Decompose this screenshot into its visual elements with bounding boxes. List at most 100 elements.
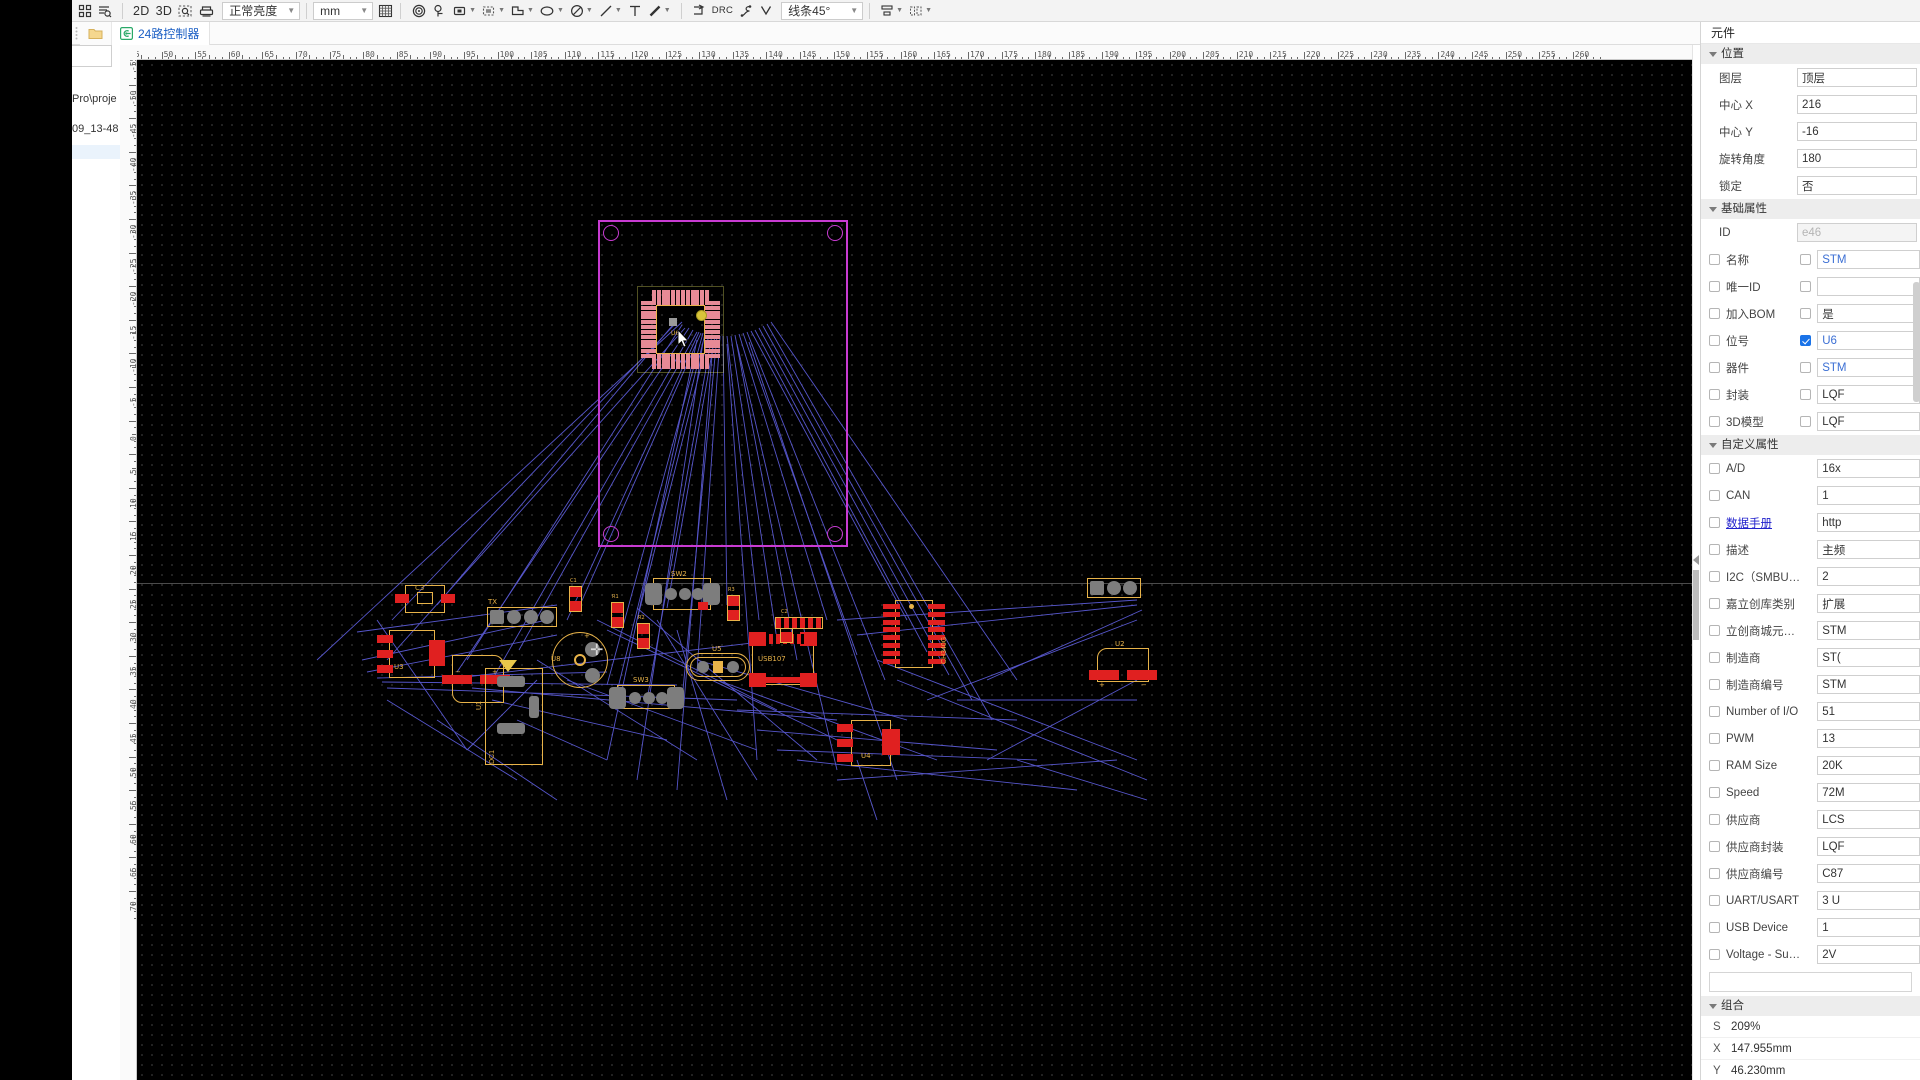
- pad[interactable]: [882, 729, 900, 755]
- add-attribute-field[interactable]: [1709, 972, 1912, 992]
- view-2d-button[interactable]: 2D: [130, 1, 153, 21]
- pad[interactable]: [377, 665, 393, 673]
- pad[interactable]: [781, 632, 792, 642]
- pad[interactable]: [928, 627, 945, 633]
- property-label-checkbox[interactable]: [1709, 362, 1720, 373]
- grid-settings-icon[interactable]: [375, 1, 396, 21]
- property-value-field[interactable]: http: [1817, 513, 1920, 532]
- property-label-checkbox[interactable]: [1709, 787, 1720, 798]
- property-value-field[interactable]: e46: [1797, 223, 1917, 242]
- pad[interactable]: [883, 619, 900, 625]
- pad[interactable]: [667, 687, 684, 709]
- distribute-icon[interactable]: ▼: [906, 1, 935, 21]
- pad-3[interactable]: [524, 610, 538, 624]
- property-value-field[interactable]: 2: [1817, 567, 1920, 586]
- pad[interactable]: [698, 602, 708, 610]
- trace-angle-icon[interactable]: [756, 1, 776, 21]
- pad[interactable]: [638, 638, 649, 648]
- property-label-checkbox[interactable]: [1709, 895, 1720, 906]
- pad[interactable]: [612, 603, 623, 613]
- property-label-checkbox[interactable]: [1709, 281, 1720, 292]
- text-icon[interactable]: [625, 1, 645, 21]
- property-value-field[interactable]: 20K: [1817, 756, 1920, 775]
- section-custom[interactable]: 自定义属性: [1701, 435, 1920, 455]
- pad[interactable]: [429, 640, 445, 666]
- pad[interactable]: [609, 687, 626, 709]
- property-value-field[interactable]: 72M: [1817, 783, 1920, 802]
- pad[interactable]: [837, 739, 853, 747]
- pad[interactable]: [837, 754, 853, 762]
- property-value-field[interactable]: 顶层: [1797, 68, 1917, 87]
- property-visible-checkbox[interactable]: [1800, 389, 1812, 400]
- pad-icon[interactable]: [430, 1, 450, 21]
- pad[interactable]: [377, 650, 393, 658]
- property-value-field[interactable]: 3 U: [1817, 891, 1920, 910]
- pad[interactable]: [727, 661, 739, 673]
- place-component-icon[interactable]: [689, 1, 709, 21]
- property-visible-checkbox[interactable]: [1800, 362, 1812, 373]
- mounting-hole[interactable]: [603, 225, 619, 241]
- property-label-checkbox[interactable]: [1709, 544, 1720, 555]
- polygon-icon[interactable]: ▼: [508, 1, 537, 21]
- pad[interactable]: [728, 610, 739, 620]
- property-label-checkbox[interactable]: [1709, 254, 1720, 265]
- property-value-field[interactable]: 否: [1797, 176, 1917, 195]
- pad[interactable]: [697, 661, 709, 673]
- pad-plus[interactable]: [1089, 670, 1119, 680]
- panel-collapse-arrow-icon[interactable]: [1693, 555, 1699, 565]
- property-value-field[interactable]: LQF: [1817, 412, 1920, 431]
- property-value-field[interactable]: 1: [1817, 918, 1920, 937]
- copper-region-icon[interactable]: ▼: [479, 1, 508, 21]
- pad[interactable]: [679, 588, 691, 600]
- property-value-field[interactable]: STM: [1817, 250, 1920, 269]
- list-search-icon[interactable]: [95, 1, 115, 21]
- section-position[interactable]: 位置: [1701, 44, 1920, 64]
- pad[interactable]: [497, 676, 525, 687]
- property-value-field[interactable]: [1817, 277, 1920, 296]
- property-value-field[interactable]: 扩展: [1817, 594, 1920, 613]
- pad-2[interactable]: [1107, 581, 1121, 595]
- property-label-link[interactable]: 数据手册: [1726, 518, 1772, 530]
- pad[interactable]: [656, 692, 668, 704]
- pad-3[interactable]: [1123, 581, 1137, 595]
- ellipse-icon[interactable]: ▼: [537, 1, 567, 21]
- property-value-field[interactable]: C87: [1817, 864, 1920, 883]
- property-label-checkbox[interactable]: [1709, 308, 1720, 319]
- pad-shell[interactable]: [764, 677, 804, 683]
- via-icon[interactable]: [408, 1, 430, 21]
- property-value-field[interactable]: 216: [1797, 95, 1917, 114]
- property-label-checkbox[interactable]: [1709, 760, 1720, 771]
- property-label-checkbox[interactable]: [1709, 679, 1720, 690]
- pad[interactable]: [529, 696, 539, 718]
- property-label-checkbox[interactable]: [1709, 416, 1720, 427]
- brightness-select[interactable]: 正常亮度 ▼: [222, 1, 301, 20]
- pad[interactable]: [837, 724, 853, 732]
- pad-4[interactable]: [540, 610, 554, 624]
- pad[interactable]: [629, 692, 641, 704]
- pad-minus[interactable]: [1127, 670, 1157, 680]
- pad[interactable]: [395, 594, 409, 603]
- property-visible-checkbox[interactable]: [1800, 254, 1812, 265]
- pad[interactable]: [883, 635, 900, 641]
- pad[interactable]: [497, 723, 525, 734]
- property-value-field[interactable]: STM: [1817, 621, 1920, 640]
- line-mode-select[interactable]: 线条45° ▼: [781, 1, 864, 20]
- mounting-hole[interactable]: [827, 526, 843, 542]
- align-icon[interactable]: ▼: [877, 1, 906, 21]
- property-value-field[interactable]: LCS: [1817, 810, 1920, 829]
- property-label-checkbox[interactable]: [1709, 571, 1720, 582]
- pad[interactable]: [928, 619, 945, 625]
- property-label-checkbox[interactable]: [1709, 463, 1720, 474]
- mounting-hole[interactable]: [827, 225, 843, 241]
- pad[interactable]: [928, 611, 945, 617]
- property-value-field[interactable]: 主频: [1817, 540, 1920, 559]
- property-value-field[interactable]: -16: [1797, 122, 1917, 141]
- property-value-field[interactable]: ST(: [1817, 648, 1920, 667]
- pad-1[interactable]: [1090, 581, 1104, 595]
- property-value-field[interactable]: 51: [1817, 702, 1920, 721]
- property-label-checkbox[interactable]: [1709, 490, 1720, 501]
- pad[interactable]: [441, 594, 455, 603]
- vertical-ruler[interactable]: -55-50-45-40-35-30-25-20-15-10-505101520…: [120, 45, 137, 1080]
- tab-pcb-24way-controller[interactable]: 24路控制器: [112, 21, 211, 45]
- pad[interactable]: [585, 668, 600, 683]
